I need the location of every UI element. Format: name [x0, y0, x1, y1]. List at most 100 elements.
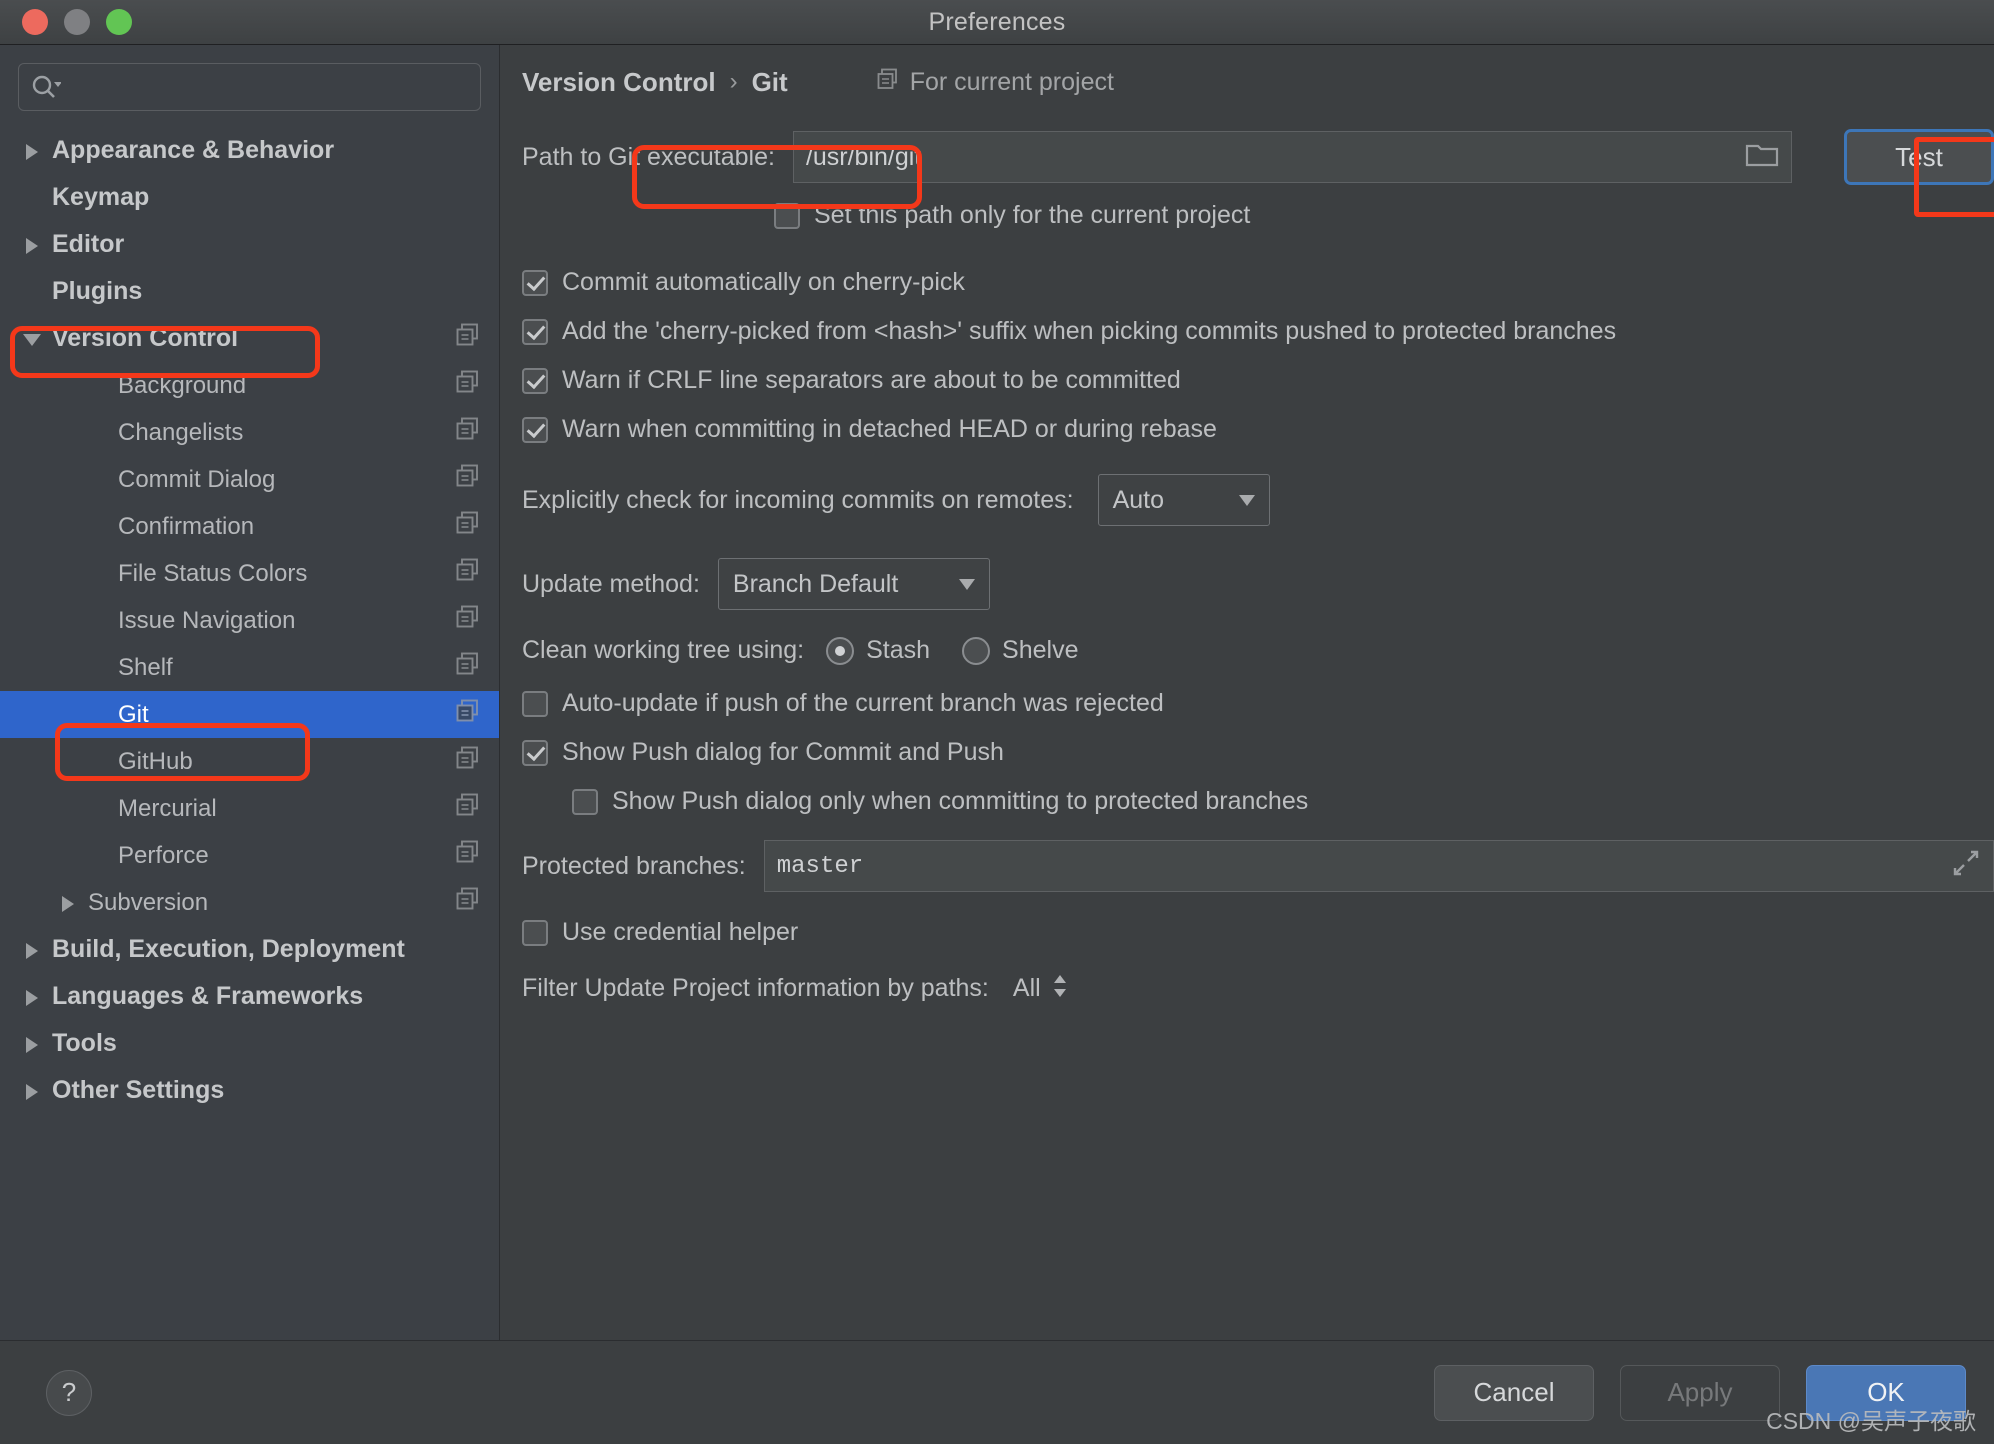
chevron-down-icon[interactable] [22, 328, 44, 350]
git-checkbox-3[interactable] [522, 416, 548, 443]
sidebar-item-subversion[interactable]: Subversion [0, 879, 499, 926]
sidebar-item-mercurial[interactable]: Mercurial [0, 785, 499, 832]
sidebar-item-languages-frameworks[interactable]: Languages & Frameworks [0, 973, 499, 1020]
filter-paths-select[interactable]: All [1013, 971, 1069, 1006]
show-push-protected-row[interactable]: Show Push dialog only when committing to… [522, 787, 1994, 816]
auto-update-row[interactable]: Auto-update if push of the current branc… [522, 689, 1994, 718]
chevron-right-icon[interactable] [22, 140, 44, 162]
chevron-right-icon[interactable] [22, 939, 44, 961]
set-path-only-checkbox[interactable] [774, 202, 800, 229]
copy-icon[interactable] [455, 745, 481, 778]
set-path-only-label: Set this path only for the current proje… [814, 201, 1251, 229]
auto-update-checkbox[interactable] [522, 690, 548, 717]
sidebar-item-issue-navigation[interactable]: Issue Navigation [0, 597, 499, 644]
sidebar-item-confirmation[interactable]: Confirmation [0, 503, 499, 550]
sidebar-item-plugins[interactable]: Plugins [0, 268, 499, 315]
expand-icon[interactable] [1951, 848, 1981, 885]
sidebar-item-label: Git [118, 700, 149, 728]
show-push-protected-checkbox[interactable] [572, 788, 598, 815]
test-button[interactable]: Test [1844, 129, 1994, 185]
update-method-value: Branch Default [732, 569, 899, 598]
breadcrumb-current: Git [751, 66, 788, 97]
copy-icon[interactable] [455, 557, 481, 590]
sidebar-item-label: Other Settings [52, 1076, 225, 1104]
scope-label: For current project [909, 67, 1114, 96]
clean-tree-radio-shelve[interactable]: Shelve [962, 636, 1078, 665]
credential-helper-row[interactable]: Use credential helper [522, 918, 1994, 947]
copy-icon[interactable] [455, 839, 481, 872]
sidebar-item-git[interactable]: Git [0, 691, 499, 738]
copy-icon[interactable] [455, 369, 481, 402]
credential-helper-checkbox[interactable] [522, 919, 548, 946]
incoming-commits-value: Auto [1112, 485, 1164, 514]
title-bar: Preferences [0, 0, 1994, 45]
sidebar-item-label: File Status Colors [118, 559, 308, 587]
git-checkbox-row-0[interactable]: Commit automatically on cherry-pick [522, 268, 1994, 297]
sidebar-item-changelists[interactable]: Changelists [0, 409, 499, 456]
sidebar-item-label: Appearance & Behavior [52, 136, 335, 164]
filter-paths-row: Filter Update Project information by pat… [522, 971, 1994, 1006]
chevron-right-icon[interactable] [58, 892, 80, 914]
apply-button[interactable]: Apply [1620, 1364, 1780, 1421]
set-path-only-row[interactable]: Set this path only for the current proje… [522, 201, 1994, 230]
breadcrumb-root[interactable]: Version Control [522, 67, 716, 98]
sidebar-item-shelf[interactable]: Shelf [0, 644, 499, 691]
copy-icon[interactable] [455, 322, 481, 355]
chevron-right-icon[interactable] [22, 234, 44, 256]
sidebar-item-version-control[interactable]: Version Control [0, 315, 499, 362]
git-path-input[interactable]: /usr/bin/git [792, 131, 1792, 183]
show-push-checkbox[interactable] [522, 739, 548, 766]
folder-icon[interactable] [1745, 140, 1779, 175]
copy-icon[interactable] [455, 510, 481, 543]
clean-tree-row: Clean working tree using: Stash Shelve [522, 636, 1994, 665]
show-push-row[interactable]: Show Push dialog for Commit and Push [522, 738, 1994, 767]
protected-branches-input[interactable]: master [763, 840, 1994, 892]
sidebar-item-github[interactable]: GitHub [0, 738, 499, 785]
sidebar-item-perforce[interactable]: Perforce [0, 832, 499, 879]
copy-icon[interactable] [455, 651, 481, 684]
sidebar-item-build-execution-deployment[interactable]: Build, Execution, Deployment [0, 926, 499, 973]
radio-shelve[interactable] [962, 636, 991, 665]
filter-paths-label: Filter Update Project information by pat… [522, 974, 989, 1002]
radio-shelve-label: Shelve [1002, 636, 1079, 664]
cancel-button[interactable]: Cancel [1434, 1364, 1594, 1421]
git-checkbox-0[interactable] [522, 269, 548, 296]
git-settings-panel: Version Control › Git For current projec… [500, 45, 1994, 1340]
git-checkbox-row-2[interactable]: Warn if CRLF line separators are about t… [522, 366, 1994, 395]
sidebar-item-editor[interactable]: Editor [0, 221, 499, 268]
git-checkbox-row-3[interactable]: Warn when committing in detached HEAD or… [522, 415, 1994, 444]
chevron-right-icon[interactable] [22, 1033, 44, 1055]
chevron-right-icon[interactable] [22, 1080, 44, 1102]
copy-icon[interactable] [455, 792, 481, 825]
sidebar-item-label: Tools [52, 1029, 117, 1057]
sidebar-item-keymap[interactable]: Keymap [0, 174, 499, 221]
show-push-protected-label: Show Push dialog only when committing to… [612, 787, 1309, 815]
protected-branches-value: master [776, 852, 864, 880]
sidebar-item-background[interactable]: Background [0, 362, 499, 409]
radio-stash[interactable] [826, 636, 855, 665]
path-label: Path to Git executable: [522, 142, 775, 171]
search-box[interactable] [18, 63, 481, 111]
sidebar-item-appearance-behavior[interactable]: Appearance & Behavior [0, 127, 499, 174]
git-checkbox-1[interactable] [522, 318, 548, 345]
chevron-right-icon[interactable] [22, 986, 44, 1008]
sidebar-item-label: Commit Dialog [118, 465, 276, 493]
copy-icon[interactable] [455, 698, 481, 731]
sidebar-item-commit-dialog[interactable]: Commit Dialog [0, 456, 499, 503]
sidebar-item-tools[interactable]: Tools [0, 1020, 499, 1067]
copy-icon[interactable] [455, 463, 481, 496]
copy-icon[interactable] [455, 604, 481, 637]
update-method-select[interactable]: Branch Default [717, 558, 990, 610]
sidebar-item-other-settings[interactable]: Other Settings [0, 1067, 499, 1114]
git-checkbox-row-1[interactable]: Add the 'cherry-picked from <hash>' suff… [522, 317, 1994, 346]
sidebar-item-file-status-colors[interactable]: File Status Colors [0, 550, 499, 597]
clean-tree-radio-stash[interactable]: Stash [826, 636, 930, 665]
incoming-commits-select[interactable]: Auto [1097, 474, 1270, 526]
help-button[interactable]: ? [46, 1369, 92, 1416]
copy-icon[interactable] [455, 416, 481, 449]
copy-icon[interactable] [455, 886, 481, 919]
git-checkbox-2[interactable] [522, 367, 548, 394]
